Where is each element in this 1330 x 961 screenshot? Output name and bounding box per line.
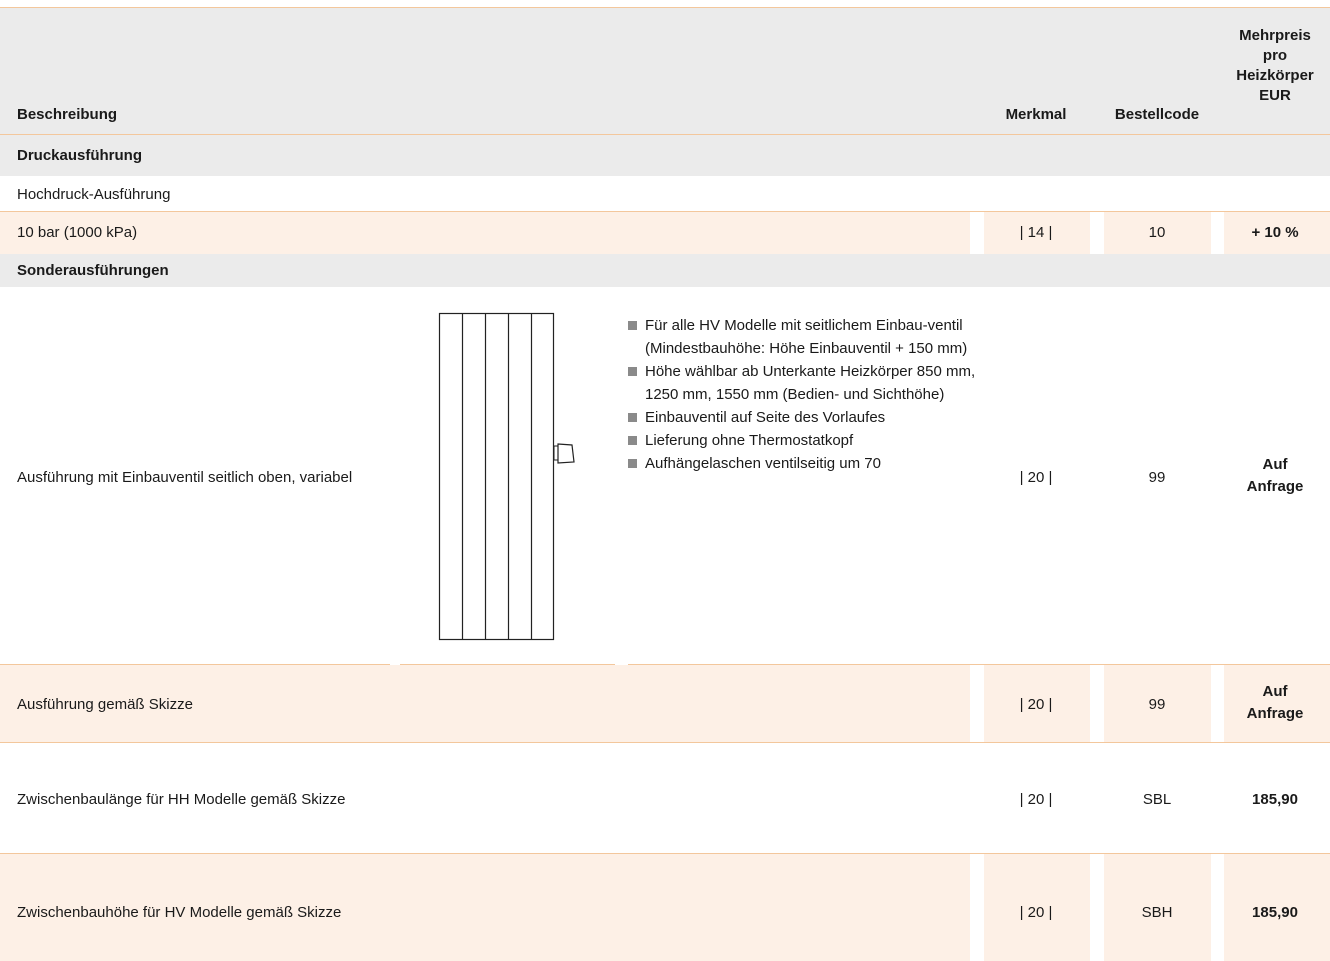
section-title-sonder: Sonderausführungen <box>17 262 169 279</box>
row-label-hochdruck: Hochdruck-Ausführung <box>17 186 171 203</box>
col-header-merkmal: Merkmal <box>1005 106 1067 123</box>
col-header-mehrpreis: Mehrpreis pro Heizkörper EUR <box>1236 27 1314 104</box>
row-label-skizze: Ausführung gemäß Skizze <box>17 696 193 713</box>
bestellcode-value: 10 <box>1148 224 1166 241</box>
row-label-sbl: Zwischenbaulänge für HH Modelle gemäß Sk… <box>17 791 346 808</box>
column-gap <box>1090 665 1104 742</box>
price-value: Auf Anfrage <box>1246 456 1304 495</box>
merkmal-value: | 20 | <box>1019 469 1053 486</box>
bestellcode-value: SBH <box>1141 904 1173 921</box>
row-label-10bar: 10 bar (1000 kPa) <box>17 224 138 241</box>
divider <box>0 742 1330 743</box>
row-label-sbh: Zwischenbauhöhe für HV Modelle gemäß Ski… <box>17 904 342 921</box>
section-row <box>0 254 1330 287</box>
section-title-druck: Druckausführung <box>17 147 143 164</box>
column-gap <box>1090 854 1104 961</box>
col-header-beschreibung: Beschreibung <box>17 106 118 123</box>
column-gap <box>970 854 984 961</box>
divider <box>0 7 1330 8</box>
price-value: + 10 % <box>1251 224 1299 241</box>
column-gap <box>970 212 984 254</box>
merkmal-value: | 20 | <box>1019 904 1053 921</box>
bestellcode-value: SBL <box>1142 791 1172 808</box>
price-value: 185,90 <box>1252 904 1298 921</box>
list-item: Aufhängelaschen ventilseitig um 70 <box>628 452 983 475</box>
section-row <box>0 135 1330 176</box>
bestellcode-value: 99 <box>1148 696 1166 713</box>
list-item: Einbauventil auf Seite des Vorlaufes <box>628 406 983 429</box>
row-label-einbauventil: Ausführung mit Einbauventil seitlich obe… <box>17 469 353 486</box>
list-item: Höhe wählbar ab Unterkante Heizkörper 85… <box>628 360 983 406</box>
merkmal-value: | 14 | <box>1019 224 1053 241</box>
radiator-sketch <box>438 312 575 641</box>
price-value: Auf Anfrage <box>1246 683 1304 722</box>
column-gap <box>970 665 984 742</box>
merkmal-value: | 20 | <box>1019 696 1053 713</box>
column-gap <box>1090 212 1104 254</box>
feature-list: Für alle HV Modelle mit seitlichem Einba… <box>628 314 983 475</box>
price-value: 185,90 <box>1252 791 1298 808</box>
list-item: Für alle HV Modelle mit seitlichem Einba… <box>628 314 983 360</box>
merkmal-value: | 20 | <box>1019 791 1053 808</box>
col-header-bestellcode: Bestellcode <box>1114 106 1200 123</box>
bestellcode-value: 99 <box>1148 469 1166 486</box>
list-item: Lieferung ohne Thermostatkopf <box>628 429 983 452</box>
